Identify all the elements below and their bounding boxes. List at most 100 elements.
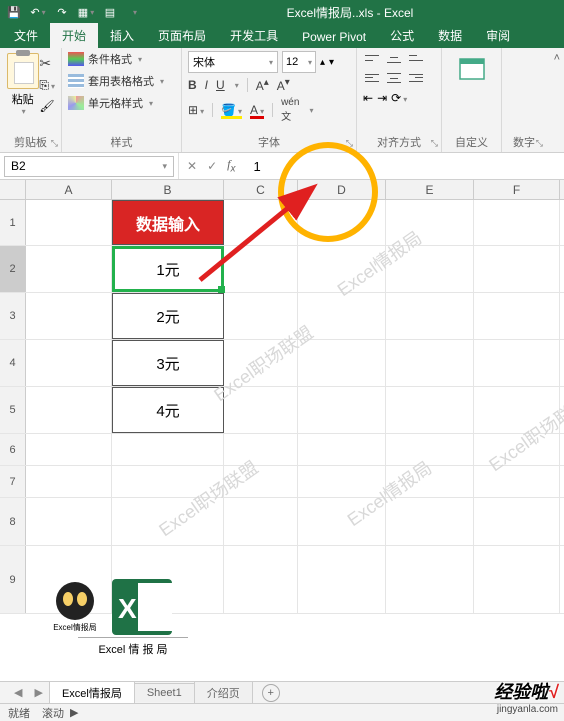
- cell-b6[interactable]: [112, 434, 224, 465]
- cell-a2[interactable]: [26, 246, 112, 292]
- select-all-triangle[interactable]: [0, 180, 26, 199]
- orientation-icon[interactable]: ⟳▾: [391, 91, 407, 105]
- cell-e5[interactable]: [386, 387, 474, 433]
- cell-styles-button[interactable]: 单元格样式▾: [68, 95, 175, 111]
- number-expand-icon[interactable]: ⤡: [536, 138, 543, 149]
- table-format-button[interactable]: 套用表格格式▾: [68, 73, 175, 89]
- cell-c8[interactable]: [224, 498, 298, 545]
- cell-b5[interactable]: 4元: [112, 387, 224, 433]
- align-right-icon[interactable]: [407, 71, 425, 85]
- increase-indent-icon[interactable]: ⇥: [377, 91, 387, 105]
- phonetic-button[interactable]: wén文: [281, 97, 299, 123]
- copy-icon[interactable]: ⎘▾: [39, 78, 55, 93]
- decrease-font-big-icon[interactable]: A▾: [277, 77, 290, 93]
- cell-e7[interactable]: [386, 466, 474, 497]
- name-box-dropdown-icon[interactable]: ▾: [162, 161, 167, 172]
- cell-b3[interactable]: 2元: [112, 293, 224, 339]
- cut-icon[interactable]: ✂: [39, 55, 55, 72]
- name-box[interactable]: B2 ▾: [4, 156, 174, 177]
- tab-power-pivot[interactable]: Power Pivot: [290, 26, 378, 48]
- cell-a8[interactable]: [26, 498, 112, 545]
- tab-home[interactable]: 开始: [50, 23, 98, 48]
- redo-icon[interactable]: ↷: [54, 4, 70, 20]
- cell-d6[interactable]: [298, 434, 386, 465]
- font-expand-icon[interactable]: ⤡: [346, 138, 353, 149]
- align-center-icon[interactable]: [385, 71, 403, 85]
- cell-c6[interactable]: [224, 434, 298, 465]
- cell-c2[interactable]: [224, 246, 298, 292]
- cell-a3[interactable]: [26, 293, 112, 339]
- cell-f4[interactable]: [474, 340, 560, 386]
- row-header-2[interactable]: 2: [0, 246, 26, 292]
- cell-e3[interactable]: [386, 293, 474, 339]
- cell-f1[interactable]: [474, 200, 560, 245]
- tab-formula[interactable]: 公式: [378, 23, 426, 48]
- font-name-select[interactable]: 宋体▾: [188, 51, 278, 73]
- cell-d2[interactable]: [298, 246, 386, 292]
- cell-d9[interactable]: [298, 546, 386, 613]
- cell-c5[interactable]: [224, 387, 298, 433]
- sheet-nav-prev-icon[interactable]: ◀: [8, 686, 28, 699]
- cell-b7[interactable]: [112, 466, 224, 497]
- tab-review[interactable]: 审阅: [474, 23, 522, 48]
- undo-icon[interactable]: ↶▾: [30, 4, 46, 20]
- sheet-tab[interactable]: 介绍页: [194, 681, 253, 704]
- custom-vba-icon[interactable]: [454, 51, 490, 87]
- cell-f7[interactable]: [474, 466, 560, 497]
- align-top-icon[interactable]: [363, 51, 381, 65]
- tab-file[interactable]: 文件: [2, 23, 50, 48]
- increase-font-icon[interactable]: ▴: [320, 57, 325, 68]
- col-header-d[interactable]: D: [298, 180, 386, 199]
- clipboard-expand-icon[interactable]: ⤡: [51, 138, 58, 149]
- cell-f3[interactable]: [474, 293, 560, 339]
- borders-button[interactable]: ⊞▾: [188, 103, 204, 117]
- align-left-icon[interactable]: [363, 71, 381, 85]
- fill-color-button[interactable]: 🪣▾: [221, 103, 242, 117]
- cell-c9[interactable]: [224, 546, 298, 613]
- bold-button[interactable]: B: [188, 78, 197, 92]
- decrease-indent-icon[interactable]: ⇤: [363, 91, 373, 105]
- row-header-1[interactable]: 1: [0, 200, 26, 245]
- cell-a6[interactable]: [26, 434, 112, 465]
- col-header-a[interactable]: A: [26, 180, 112, 199]
- cell-d5[interactable]: [298, 387, 386, 433]
- tab-insert[interactable]: 插入: [98, 23, 146, 48]
- row-header-5[interactable]: 5: [0, 387, 26, 433]
- col-header-f[interactable]: F: [474, 180, 560, 199]
- align-middle-icon[interactable]: [385, 51, 403, 65]
- open-icon[interactable]: ▤: [102, 4, 118, 20]
- format-painter-icon[interactable]: 🖌: [39, 99, 55, 113]
- row-header-9[interactable]: 9: [0, 546, 26, 613]
- decrease-font-icon[interactable]: ▾: [329, 57, 334, 68]
- cancel-formula-icon[interactable]: ✕: [187, 159, 197, 173]
- align-expand-icon[interactable]: ⤡: [431, 138, 438, 149]
- fx-icon[interactable]: fx: [227, 157, 235, 174]
- cell-c3[interactable]: [224, 293, 298, 339]
- col-header-c[interactable]: C: [224, 180, 298, 199]
- italic-button[interactable]: I: [205, 78, 208, 92]
- cell-f6[interactable]: [474, 434, 560, 465]
- cell-f2[interactable]: [474, 246, 560, 292]
- formula-input[interactable]: 1: [243, 159, 260, 174]
- cell-d3[interactable]: [298, 293, 386, 339]
- cell-a4[interactable]: [26, 340, 112, 386]
- cell-e9[interactable]: [386, 546, 474, 613]
- cell-a5[interactable]: [26, 387, 112, 433]
- accept-formula-icon[interactable]: ✓: [207, 159, 217, 173]
- cell-b2[interactable]: 1元: [112, 246, 224, 292]
- font-size-select[interactable]: 12▾: [282, 51, 316, 73]
- row-header-3[interactable]: 3: [0, 293, 26, 339]
- cell-c1[interactable]: [224, 200, 298, 245]
- col-header-e[interactable]: E: [386, 180, 474, 199]
- sheet-tab[interactable]: Sheet1: [134, 683, 195, 702]
- cell-b4[interactable]: 3元: [112, 340, 224, 386]
- add-sheet-icon[interactable]: +: [262, 684, 280, 702]
- cell-f8[interactable]: [474, 498, 560, 545]
- cell-e6[interactable]: [386, 434, 474, 465]
- cell-d7[interactable]: [298, 466, 386, 497]
- cell-f5[interactable]: [474, 387, 560, 433]
- sheet-tab-active[interactable]: Excel情报局: [49, 681, 135, 704]
- conditional-format-button[interactable]: 条件格式▾: [68, 51, 175, 67]
- sheet-nav-next-icon[interactable]: ▶: [28, 686, 48, 699]
- save-icon[interactable]: 💾: [6, 4, 22, 20]
